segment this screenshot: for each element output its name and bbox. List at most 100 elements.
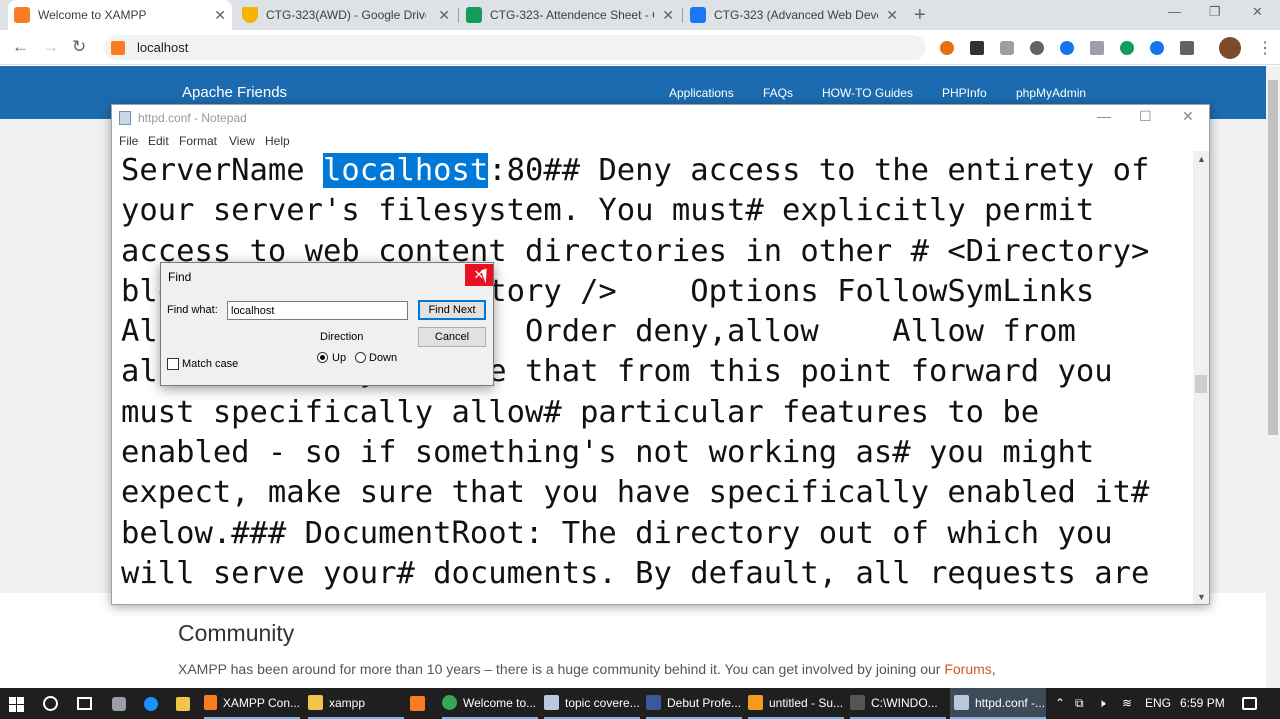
taskbar-item-httpd-notepad[interactable]: httpd.conf -... [950, 688, 1046, 719]
wifi-icon[interactable]: ≋ [1122, 696, 1132, 710]
close-tab-icon[interactable]: ✕ [214, 7, 226, 24]
scroll-down-arrow-icon[interactable]: ▼ [1197, 592, 1206, 602]
match-case-checkbox[interactable] [167, 358, 179, 370]
nav-link-faqs[interactable]: FAQs [763, 86, 793, 100]
folder-icon [308, 695, 323, 710]
cancel-button[interactable]: Cancel [418, 327, 486, 347]
profile-avatar[interactable] [1219, 37, 1241, 59]
notepad-title: httpd.conf - Notepad [138, 111, 247, 125]
tab-welcome-to-xampp[interactable]: Welcome to XAMPP ✕ [8, 0, 232, 30]
direction-down-radio[interactable] [355, 352, 366, 363]
direction-up-radio[interactable] [317, 352, 328, 363]
maximize-window-icon[interactable]: ❐ [1209, 4, 1221, 20]
community-heading: Community [178, 620, 295, 646]
cmd-icon [850, 695, 865, 710]
taskbar-item-sublime[interactable]: untitled - Su... [748, 688, 844, 719]
task-view-icon[interactable] [77, 697, 92, 710]
edge-icon[interactable] [144, 697, 158, 711]
sublime-icon [748, 695, 763, 710]
taskbar-item-topic-covered[interactable]: topic covere... [544, 688, 640, 719]
community-text: XAMPP has been around for more than 10 y… [178, 661, 945, 677]
language-indicator[interactable]: ENG [1145, 696, 1171, 710]
scroll-up-arrow-icon[interactable]: ▲ [1197, 154, 1206, 164]
pinned-app-icon[interactable] [112, 697, 126, 711]
taskbar-item-debut[interactable]: Debut Profe... [646, 688, 742, 719]
brand-link[interactable]: Apache Friends [182, 84, 287, 101]
address-text[interactable]: localhost [137, 40, 188, 55]
windows-start-icon[interactable] [9, 697, 24, 712]
extension-fire-icon[interactable] [940, 41, 954, 55]
extension-mail-icon[interactable] [1090, 41, 1104, 55]
text-line: will serve your# documents. By default, … [121, 555, 1150, 591]
extension-camera-icon[interactable] [1000, 41, 1014, 55]
taskbar-item-cmd[interactable]: C:\WINDO... [850, 688, 946, 719]
tab-separator [682, 8, 683, 23]
tab-facebook-group[interactable]: CTG-323 (Advanced Web Develo ✕ [684, 0, 904, 30]
menu-help[interactable]: Help [265, 134, 290, 148]
nav-link-howto[interactable]: HOW-TO Guides [822, 86, 913, 100]
notepad-icon [544, 695, 559, 710]
nav-link-phpinfo[interactable]: PHPInfo [942, 86, 987, 100]
new-tab-icon[interactable]: + [914, 4, 926, 27]
taskbar-item-xampp-control[interactable]: XAMPP Con... [204, 688, 300, 719]
extension-globe-icon[interactable] [1060, 41, 1074, 55]
extension-badge-icon[interactable] [970, 41, 984, 55]
extension-code-icon[interactable] [1030, 41, 1044, 55]
file-explorer-icon[interactable] [176, 697, 190, 711]
browser-menu-icon[interactable]: ⋮ [1257, 38, 1273, 58]
taskbar-label: XAMPP Con... [222, 695, 300, 710]
close-tab-icon[interactable]: ✕ [662, 7, 674, 24]
forums-link[interactable]: Forums [944, 661, 991, 677]
text-line: below.### DocumentRoot: The directory ou… [121, 515, 1113, 551]
find-what-label: Find what: [167, 304, 218, 316]
text-line: must specifically allow# particular feat… [121, 394, 1040, 430]
taskbar-item-xampp-folder[interactable]: xampp [308, 688, 404, 719]
text-line: your server's filesystem. You must# expl… [121, 193, 1095, 229]
minimize-window-icon[interactable]: — [1168, 4, 1181, 19]
menu-edit[interactable]: Edit [148, 134, 169, 148]
clock[interactable]: 6:59 PM [1180, 696, 1225, 710]
direction-down-label[interactable]: Down [369, 352, 397, 364]
extension-grammarly-icon[interactable] [1120, 41, 1134, 55]
taskbar-label: Debut Profe... [667, 695, 742, 710]
show-hidden-icons-icon[interactable]: ⌃ [1055, 696, 1065, 710]
close-tab-icon[interactable]: ✕ [886, 7, 898, 24]
google-drive-favicon-icon [242, 7, 258, 23]
nav-link-phpmyadmin[interactable]: phpMyAdmin [1016, 86, 1086, 100]
taskbar-item-xampp-pinned[interactable] [410, 688, 434, 719]
notepad-minimize-icon[interactable]: — [1097, 108, 1111, 124]
tab-title: CTG-323 (Advanced Web Develo [714, 8, 878, 22]
notepad-icon [954, 695, 969, 710]
network-icon[interactable]: ⧉ [1075, 696, 1084, 711]
direction-up-label[interactable]: Up [332, 352, 346, 364]
page-scrollbar-thumb[interactable] [1268, 80, 1278, 435]
volume-icon[interactable]: 🕨 [1098, 696, 1106, 711]
back-arrow-icon[interactable]: ← [12, 37, 29, 57]
taskbar-label: untitled - Su... [769, 695, 844, 710]
close-tab-icon[interactable]: ✕ [438, 7, 450, 24]
search-icon[interactable] [43, 696, 58, 711]
extension-facebook-icon[interactable] [1180, 41, 1194, 55]
notepad-close-icon[interactable]: ✕ [1182, 108, 1194, 125]
tab-title: CTG-323(AWD) - Google Drive [266, 8, 426, 22]
find-next-button[interactable]: Find Next [418, 300, 486, 320]
forward-arrow-icon[interactable]: → [42, 37, 59, 57]
menu-file[interactable]: File [119, 134, 138, 148]
address-bar[interactable] [104, 35, 926, 60]
notepad-scrollbar-thumb[interactable] [1195, 375, 1207, 393]
match-case-label[interactable]: Match case [182, 358, 238, 370]
close-window-icon[interactable]: ✕ [1252, 4, 1263, 20]
extension-sync-icon[interactable] [1150, 41, 1164, 55]
menu-view[interactable]: View [229, 134, 255, 148]
notepad-maximize-icon[interactable]: ☐ [1139, 108, 1152, 125]
notifications-icon[interactable] [1242, 697, 1257, 710]
nav-link-applications[interactable]: Applications [669, 86, 734, 100]
xampp-icon [204, 695, 217, 710]
notepad-titlebar[interactable] [112, 105, 1209, 131]
taskbar-item-chrome[interactable]: Welcome to... [442, 688, 538, 719]
menu-format[interactable]: Format [179, 134, 217, 148]
find-what-input[interactable] [227, 301, 408, 320]
tab-attendance-sheet[interactable]: CTG-323- Attendence Sheet - Go ✕ [460, 0, 680, 30]
tab-google-drive[interactable]: CTG-323(AWD) - Google Drive ✕ [236, 0, 456, 30]
reload-icon[interactable]: ↻ [72, 37, 86, 57]
